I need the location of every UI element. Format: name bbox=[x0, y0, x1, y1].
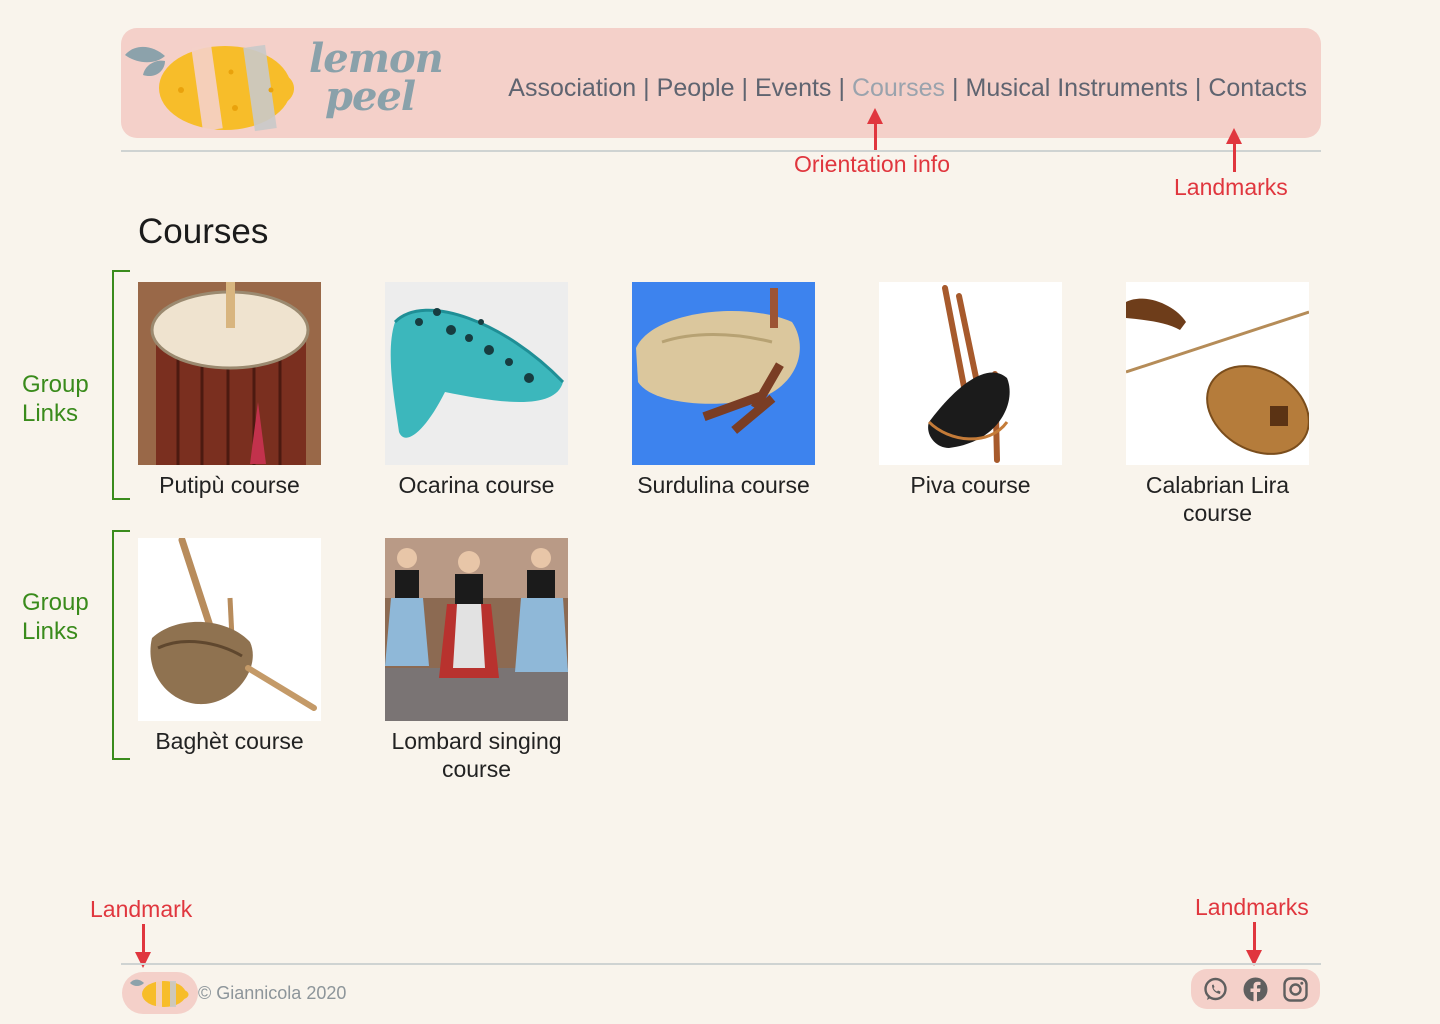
site-header: lemon peel Association | People | Events | Cou… bbox=[121, 28, 1321, 138]
course-caption: Lombard singing course bbox=[391, 728, 562, 782]
course-caption: Piva course bbox=[910, 472, 1031, 498]
course-caption: Calabrian Lira course bbox=[1145, 472, 1290, 526]
nav-separator: | bbox=[952, 74, 959, 102]
nav-separator: | bbox=[643, 74, 650, 102]
annotation-word: Links bbox=[22, 618, 79, 645]
group-bracket bbox=[112, 270, 130, 500]
whatsapp-icon[interactable] bbox=[1203, 977, 1228, 1002]
nav-courses[interactable]: Courses bbox=[852, 74, 945, 102]
piva-image bbox=[879, 282, 1062, 465]
baghet-image bbox=[138, 538, 321, 721]
arrow-shaft bbox=[142, 924, 145, 954]
annotation-word: Group bbox=[22, 371, 89, 398]
course-caption: Baghèt course bbox=[155, 728, 304, 754]
nav-separator: | bbox=[1194, 74, 1202, 102]
annotation-word: Links bbox=[22, 400, 79, 427]
calabrian-lira-image bbox=[1126, 282, 1309, 465]
putipu-drum-image bbox=[138, 282, 321, 465]
nav-separator: | bbox=[838, 74, 845, 102]
footer-logo[interactable] bbox=[122, 972, 198, 1014]
arrow-shaft bbox=[874, 122, 877, 150]
instagram-icon[interactable] bbox=[1283, 977, 1308, 1002]
surdulina-image bbox=[632, 282, 815, 465]
group-bracket bbox=[112, 530, 130, 760]
page-title: Courses bbox=[138, 212, 269, 251]
nav-events[interactable]: Events bbox=[755, 74, 831, 102]
course-card-baghet[interactable]: Baghèt course bbox=[138, 538, 321, 755]
ocarina-image bbox=[385, 282, 568, 465]
nav-association[interactable]: Association bbox=[508, 74, 636, 102]
main-navigation: Association | People | Events | Courses | Musica… bbox=[508, 74, 1307, 103]
course-card-lombard-singing[interactable]: Lombard singing course bbox=[385, 538, 568, 783]
annotation-landmarks-header: Landmarks bbox=[1174, 174, 1288, 200]
course-card-putipu[interactable]: Putipù course bbox=[138, 282, 321, 499]
lemon-logo-icon bbox=[130, 979, 189, 1007]
logo-wordmark: lemon peel bbox=[309, 39, 444, 120]
annotation-landmarks-footer: Landmarks bbox=[1195, 894, 1309, 920]
course-card-surdulina[interactable]: Surdulina course bbox=[632, 282, 815, 499]
arrow-down-icon bbox=[135, 952, 151, 968]
course-caption: Ocarina course bbox=[398, 472, 555, 498]
arrow-shaft bbox=[1233, 142, 1236, 172]
logo-line-2: peel bbox=[325, 73, 416, 120]
footer-divider bbox=[121, 963, 1321, 965]
course-caption: Surdulina course bbox=[637, 472, 810, 498]
course-card-piva[interactable]: Piva course bbox=[879, 282, 1062, 499]
nav-people[interactable]: People bbox=[657, 74, 735, 102]
course-card-ocarina[interactable]: Ocarina course bbox=[385, 282, 568, 499]
header-divider bbox=[121, 150, 1321, 152]
site-logo[interactable]: lemon peel bbox=[121, 28, 444, 138]
nav-contacts[interactable]: Contacts bbox=[1208, 74, 1307, 102]
facebook-icon[interactable] bbox=[1243, 977, 1268, 1002]
copyright-text: © Giannicola 2020 bbox=[198, 983, 347, 1003]
annotation-group-links-2: Group Links bbox=[22, 588, 89, 646]
annotation-landmark-footer: Landmark bbox=[90, 896, 193, 922]
nav-musical-instruments[interactable]: Musical Instruments bbox=[966, 74, 1188, 102]
annotation-word: Group bbox=[22, 589, 89, 616]
lombard-singers-image bbox=[385, 538, 568, 721]
annotation-orientation-info: Orientation info bbox=[794, 151, 950, 177]
course-card-calabrian-lira[interactable]: Calabrian Lira course bbox=[1126, 282, 1309, 527]
course-caption: Putipù course bbox=[159, 472, 300, 498]
social-links bbox=[1191, 969, 1320, 1009]
nav-separator: | bbox=[741, 74, 749, 102]
annotation-group-links-1: Group Links bbox=[22, 370, 89, 428]
arrow-shaft bbox=[1253, 922, 1256, 952]
